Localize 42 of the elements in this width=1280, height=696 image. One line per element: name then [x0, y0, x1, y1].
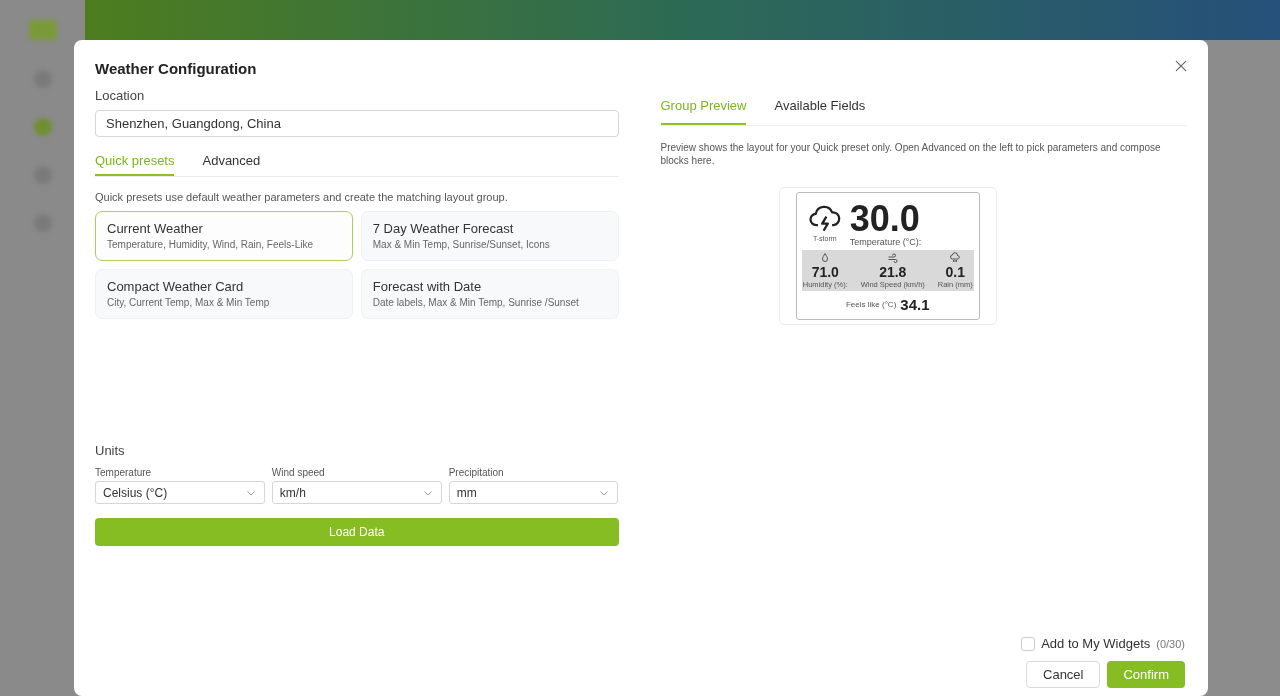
- location-field[interactable]: Shenzhen, Guangdong, China: [95, 110, 619, 137]
- preset-card[interactable]: Current Weather Temperature, Humidity, Wind, Rain, Feels-Like: [95, 211, 353, 261]
- metric-value: 21.8: [879, 264, 907, 280]
- preset-title: Compact Weather Card: [107, 279, 245, 294]
- preset-card[interactable]: Forecast with Date Date labels, Max & Min Temp, Sunrise /Sunset: [360, 269, 619, 319]
- metric-value: 0.1: [945, 264, 965, 280]
- rain-cloud-icon: [949, 252, 962, 264]
- section-title: Units: [95, 443, 126, 458]
- wind-icon: [886, 252, 899, 264]
- preset-card[interactable]: Compact Weather Card City, Current Temp, Max & Min Temp: [95, 269, 353, 319]
- field-label: Wind speed: [271, 467, 326, 478]
- cancel-button[interactable]: Cancel: [1026, 661, 1101, 688]
- tab[interactable]: Advanced: [202, 151, 261, 176]
- preset-title: 7 Day Weather Forecast: [372, 221, 515, 236]
- dropdown[interactable]: km/h: [271, 481, 442, 504]
- checkbox[interactable]: [1021, 636, 1036, 651]
- feels-like-value: 34.1: [900, 296, 930, 313]
- widget-count: (0/30): [1156, 637, 1185, 650]
- hint-text: Quick presets use default weather parameters and create the matching layout group.: [95, 191, 509, 203]
- preset-description: Date labels, Max & Min Temp, Sunrise /Sunset: [372, 297, 580, 308]
- dropdown[interactable]: mm: [448, 481, 619, 504]
- preset-card[interactable]: 7 Day Weather Forecast Max & Min Temp, Sunrise/Sunset, Icons: [360, 211, 619, 261]
- temperature-label: Temperature (°C):: [849, 237, 922, 247]
- dropdown[interactable]: Celsius (°C): [95, 481, 265, 504]
- metric-value: 71.0: [811, 264, 839, 280]
- close-icon: [1174, 59, 1188, 73]
- preset-title: Forecast with Date: [372, 279, 483, 294]
- preset-title: Current Weather: [107, 221, 204, 236]
- feels-like-label: Feels like (°C): [846, 300, 897, 309]
- preview-note: Preview shows the layout for your Quick preset only. Open Advanced on the left to pick parameters and compose blocks here.: [660, 141, 1162, 167]
- preset-description: Temperature, Humidity, Wind, Rain, Feels-Like: [107, 239, 314, 250]
- tab[interactable]: Available Fields: [774, 96, 866, 125]
- field-label: Temperature: [95, 467, 153, 478]
- preset-description: Max & Min Temp, Sunrise/Sunset, Icons: [372, 239, 551, 250]
- field-label: Location: [95, 88, 146, 103]
- logo-icon: [28, 20, 57, 40]
- field-label: Precipitation: [448, 467, 505, 478]
- nav-icon: [33, 118, 52, 136]
- checkbox-label: Add to My Widgets: [1041, 636, 1151, 651]
- temperature-value: 30.0: [849, 201, 920, 237]
- dialog-title: Weather Configuration: [95, 60, 258, 78]
- preset-description: City, Current Temp, Max & Min Temp: [107, 297, 271, 308]
